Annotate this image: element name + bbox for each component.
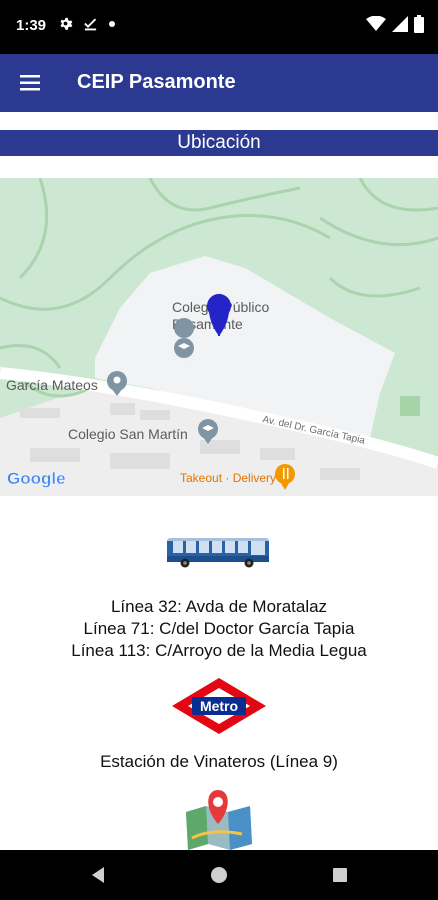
dot-icon: [109, 20, 115, 27]
gear-icon: [60, 17, 73, 30]
hamburger-menu-icon[interactable]: [18, 71, 42, 95]
map-label-garcia-mateos: García Mateos: [6, 377, 98, 393]
wifi-icon: [366, 16, 386, 31]
metro-station: Estación de Vinateros (Línea 9): [100, 752, 338, 771]
app-bar: CEIP Pasamonte: [0, 54, 438, 112]
bus-line-113: Línea 113: C/Arroyo de la Media Legua: [71, 641, 367, 660]
bus-line-71: Línea 71: C/del Doctor García Tapia: [83, 619, 355, 638]
google-logo: Google: [7, 469, 66, 488]
recents-icon[interactable]: [328, 863, 352, 887]
bus-line-32: Línea 32: Avda de Moratalaz: [110, 597, 328, 616]
status-notification-icons: [58, 16, 116, 31]
back-icon[interactable]: [86, 863, 110, 887]
metro-logo-text: Metro: [200, 698, 238, 714]
app-title: CEIP Pasamonte: [77, 71, 236, 93]
bus-icon: [167, 538, 269, 568]
battery-icon: [414, 15, 424, 33]
map-app-icon[interactable]: [182, 788, 256, 850]
location-map[interactable]: Colegio Público Pasamonte García Mateos …: [0, 178, 438, 496]
metro-logo: Metro: [172, 678, 266, 734]
map-label-colegio-san-martin: Colegio San Martín: [68, 426, 188, 442]
map-label-takeout: Takeout · Delivery: [180, 471, 276, 485]
home-icon[interactable]: [207, 863, 231, 887]
status-bar: 1:39: [0, 0, 438, 54]
status-system-icons: [366, 15, 424, 33]
navigation-bar: [0, 850, 438, 900]
bus-lines: Línea 32: Avda de Moratalaz Línea 71: C/…: [0, 596, 438, 662]
download-done-icon: [84, 18, 97, 31]
section-title: Ubicación: [0, 130, 438, 156]
status-time: 1:39: [16, 17, 47, 34]
signal-icon: [392, 16, 408, 32]
